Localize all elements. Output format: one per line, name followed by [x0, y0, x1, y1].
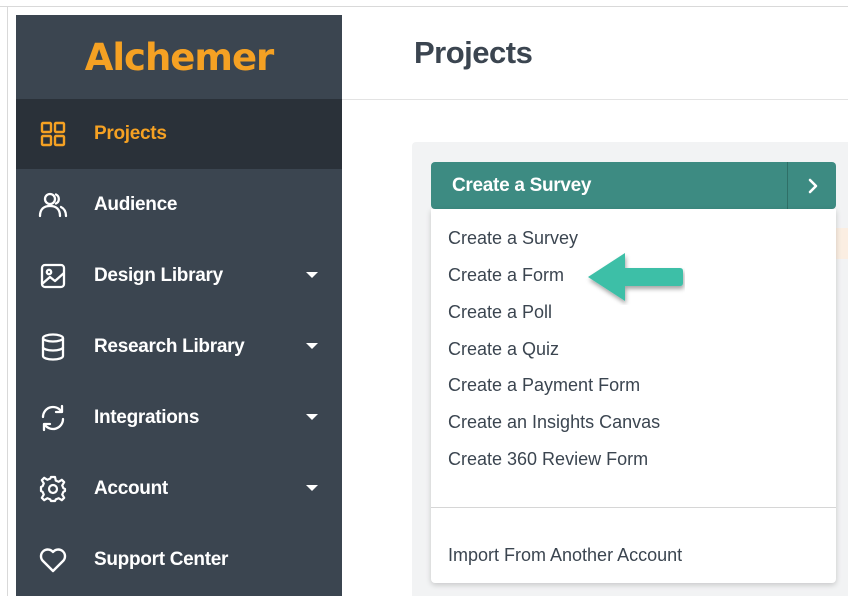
sidebar-item-label: Research Library: [94, 335, 245, 357]
menu-item-import-account[interactable]: Import From Another Account: [448, 545, 682, 566]
sidebar: Alchemer Projects Audience Design Librar…: [16, 15, 342, 596]
sidebar-item-account[interactable]: Account: [16, 453, 342, 524]
image-icon: [38, 261, 68, 291]
caret-down-icon[interactable]: [306, 343, 318, 349]
frame-border-top: [0, 6, 848, 7]
menu-item-create-quiz[interactable]: Create a Quiz: [448, 339, 559, 360]
logo-area: Alchemer: [16, 15, 342, 99]
menu-item-create-insights-canvas[interactable]: Create an Insights Canvas: [448, 412, 660, 433]
caret-down-icon[interactable]: [306, 272, 318, 278]
pointer-arrow-icon: [585, 250, 685, 305]
menu-item-create-payment-form[interactable]: Create a Payment Form: [448, 375, 640, 396]
sidebar-item-projects[interactable]: Projects: [16, 99, 342, 169]
caret-down-icon[interactable]: [306, 485, 318, 491]
sidebar-item-integrations[interactable]: Integrations: [16, 382, 342, 453]
frame-border-left: [7, 6, 8, 596]
sidebar-item-support-center[interactable]: Support Center: [16, 524, 342, 595]
brand-logo[interactable]: Alchemer: [85, 36, 275, 79]
create-button-label: Create a Survey: [452, 175, 592, 196]
menu-item-create-360-review-form[interactable]: Create 360 Review Form: [448, 449, 648, 470]
create-survey-button[interactable]: Create a Survey: [431, 162, 836, 209]
sidebar-item-label: Account: [94, 477, 168, 499]
sidebar-item-audience[interactable]: Audience: [16, 169, 342, 240]
menu-divider: [431, 507, 836, 508]
sidebar-item-label: Design Library: [94, 264, 223, 286]
heart-icon: [38, 545, 68, 575]
sidebar-item-label: Support Center: [94, 548, 229, 570]
page-title: Projects: [414, 35, 533, 70]
button-divider: [787, 162, 788, 209]
sidebar-item-design-library[interactable]: Design Library: [16, 240, 342, 311]
sidebar-item-label: Integrations: [94, 406, 200, 428]
notice-strip: [836, 228, 848, 259]
database-icon: [38, 332, 68, 362]
chevron-right-icon[interactable]: [803, 176, 823, 196]
sidebar-item-research-library[interactable]: Research Library: [16, 311, 342, 382]
grid-icon: [38, 119, 68, 149]
page-header: Projects: [342, 15, 848, 100]
users-icon: [38, 190, 68, 220]
menu-item-create-survey[interactable]: Create a Survey: [448, 228, 578, 249]
gear-icon: [38, 474, 68, 504]
menu-item-create-poll[interactable]: Create a Poll: [448, 302, 552, 323]
sidebar-item-label: Audience: [94, 193, 178, 215]
menu-item-create-form[interactable]: Create a Form: [448, 265, 564, 286]
sidebar-item-label: Projects: [94, 123, 167, 144]
caret-down-icon[interactable]: [306, 414, 318, 420]
refresh-icon: [38, 403, 68, 433]
